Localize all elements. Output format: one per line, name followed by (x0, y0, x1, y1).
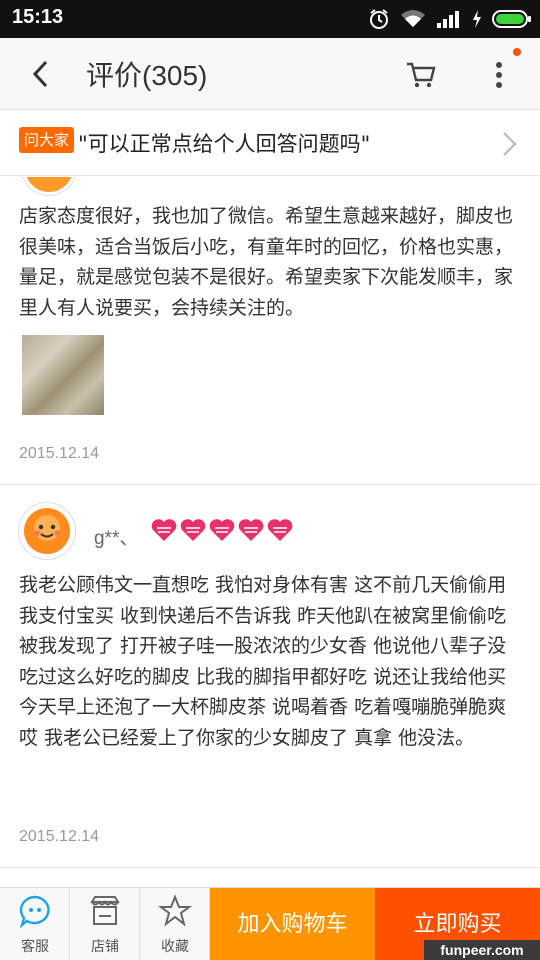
chevron-right-icon (503, 132, 517, 156)
more-menu-button[interactable] (484, 56, 514, 94)
avatar (18, 502, 76, 560)
heart-icon (209, 519, 235, 541)
charging-icon (473, 10, 481, 28)
divider (0, 867, 540, 868)
alarm-icon (370, 9, 388, 29)
status-bar: 15:13 (0, 0, 540, 38)
status-time: 15:13 (12, 6, 64, 28)
ask-question-text: "可以正常点给个人回答问题吗" (78, 132, 371, 156)
star-icon (158, 894, 192, 927)
review-list[interactable]: 店家态度很好，我也加了微信。希望生意越来越好，脚皮也很美味，适合当饭后小吃，有童… (0, 177, 540, 884)
status-icons (368, 7, 532, 31)
customer-service-button[interactable]: 客服 (0, 888, 70, 960)
shop-icon (90, 896, 120, 925)
user-face-icon (24, 508, 70, 554)
avatar (22, 177, 76, 195)
user-level-badges (150, 517, 294, 543)
signal-icon (437, 11, 459, 28)
heart-icon (267, 519, 293, 541)
cart-icon (407, 62, 436, 88)
shop-button[interactable]: 店铺 (70, 888, 140, 960)
review-photo[interactable] (22, 335, 104, 415)
chevron-left-icon (32, 60, 48, 88)
customer-service-label: 客服 (21, 939, 49, 955)
page-title: 评价(305) (86, 60, 208, 91)
shop-label: 店铺 (91, 939, 119, 955)
chat-bubble-icon (19, 895, 50, 928)
header: 评价(305) (0, 38, 540, 110)
ask-everyone-badge: 问大家 (19, 127, 75, 153)
watermark: funpeer.com (424, 940, 540, 960)
back-button[interactable] (24, 56, 60, 92)
review-text: 我老公顾伟文一直想吃 我怕对身体有害 这不前几天偷偷用我支付宝买 收到快递后不告… (19, 574, 507, 749)
wifi-icon (401, 10, 425, 27)
battery-icon (492, 10, 531, 28)
review-date: 2015.12.14 (19, 445, 100, 462)
review-text: 店家态度很好，我也加了微信。希望生意越来越好，脚皮也很美味，适合当饭后小吃，有童… (19, 205, 514, 319)
ask-everyone-bar[interactable]: 问大家 "可以正常点给个人回答问题吗" (0, 110, 540, 176)
heart-icon (180, 519, 206, 541)
divider (0, 484, 540, 485)
add-to-cart-button[interactable]: 加入购物车 (210, 888, 375, 960)
review-date: 2015.12.14 (19, 828, 100, 845)
username: g**、 (94, 528, 139, 549)
notification-dot (513, 48, 521, 56)
cart-button[interactable] (404, 58, 438, 92)
heart-icon (238, 519, 264, 541)
favorite-label: 收藏 (161, 939, 189, 955)
heart-icon (151, 519, 177, 541)
favorite-button[interactable]: 收藏 (140, 888, 210, 960)
more-vertical-icon (496, 62, 502, 88)
